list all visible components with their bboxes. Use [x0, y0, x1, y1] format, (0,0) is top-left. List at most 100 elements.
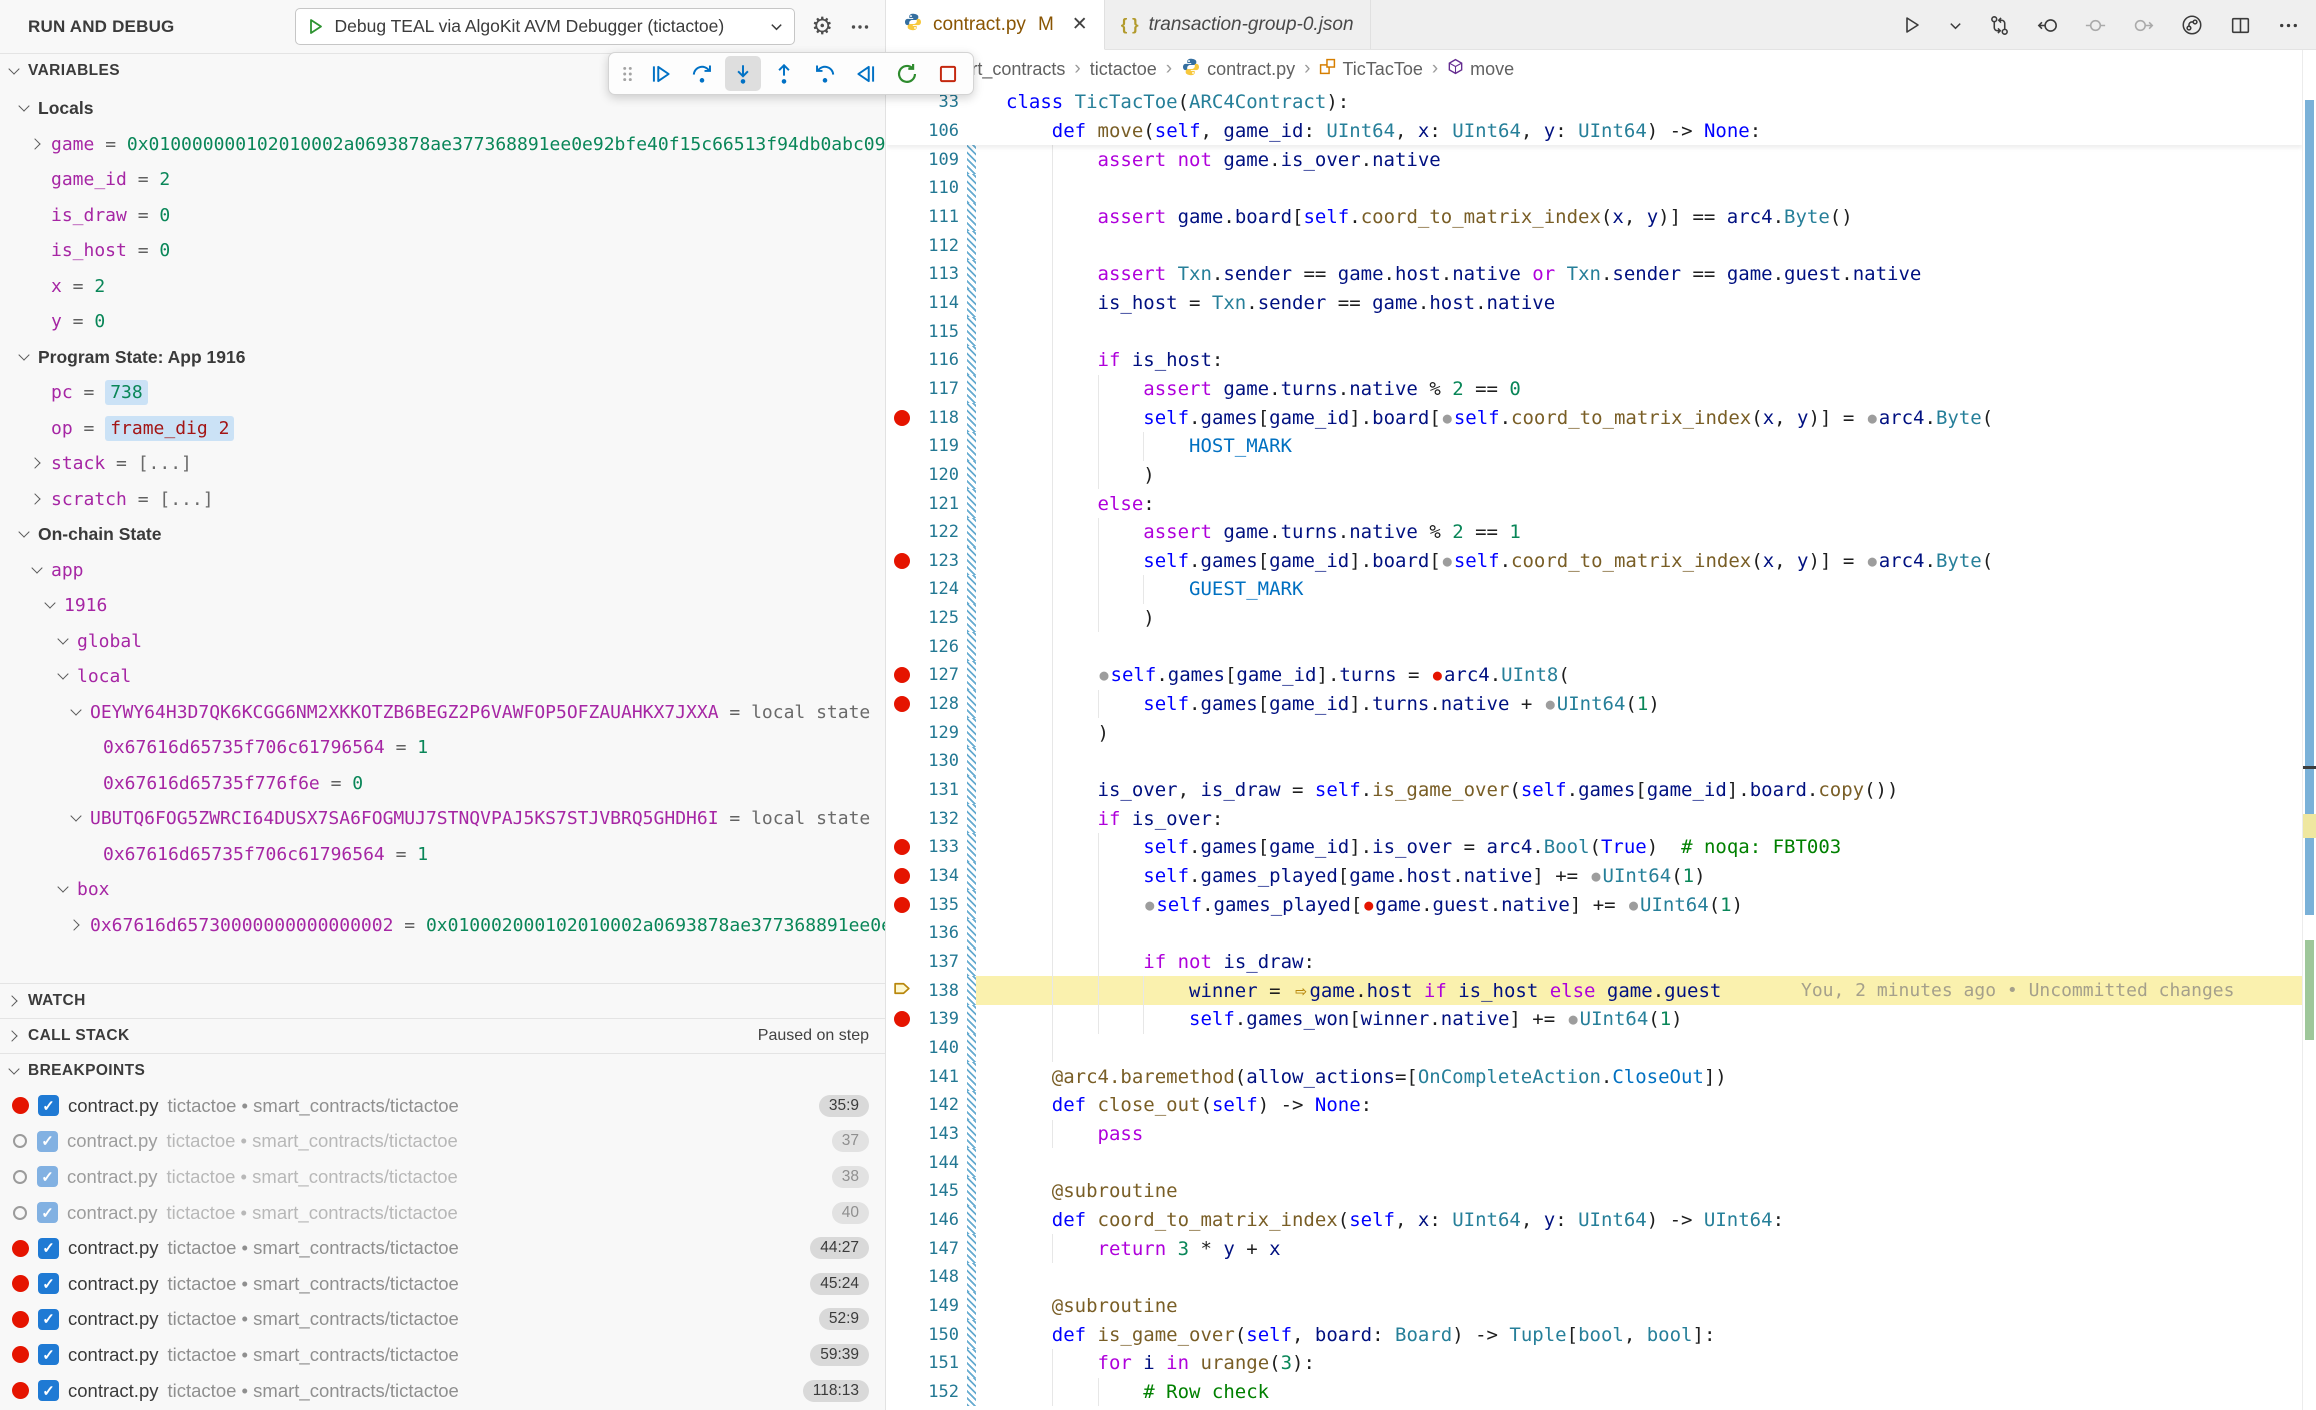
code-line-130[interactable]: 130 — [887, 747, 2302, 776]
code-line-152[interactable]: 152 # Row check — [887, 1378, 2302, 1407]
tree-row[interactable]: 0x67616d65735f706c61796564 = 1 — [0, 730, 885, 766]
tree-row[interactable]: pc = 738 — [0, 375, 885, 411]
code-line-127[interactable]: 127 ●self.games[game_id].turns = ●arc4.U… — [887, 661, 2302, 690]
gutter-139[interactable] — [887, 1011, 917, 1027]
code-line-125[interactable]: 125 ) — [887, 604, 2302, 633]
tree-row[interactable]: game_id = 2 — [0, 162, 885, 198]
tree-row[interactable]: On-chain State — [0, 517, 885, 553]
breakpoint-checkbox[interactable]: ✓ — [38, 1095, 59, 1116]
tree-row[interactable]: OEYWY64H3D7QK6KCGG6NM2XKKOTZB6BEGZ2P6VAW… — [0, 695, 885, 731]
section-header-call-stack[interactable]: CALL STACK Paused on step — [0, 1018, 885, 1053]
tree-row[interactable]: 0x67616d65735f706c61796564 = 1 — [0, 837, 885, 873]
code-line-132[interactable]: 132 if is_over: — [887, 804, 2302, 833]
code-line-109[interactable]: 109 assert not game.is_over.native — [887, 145, 2302, 174]
tree-row[interactable]: local — [0, 659, 885, 695]
tree-row[interactable]: y = 0 — [0, 304, 885, 340]
drag-handle[interactable] — [616, 56, 638, 91]
code-line-134[interactable]: 134 self.games_played[game.host.native] … — [887, 862, 2302, 891]
gutter-127[interactable] — [887, 667, 917, 683]
tree-row[interactable]: game = 0x010000000102010002a0693878ae377… — [0, 127, 885, 163]
breakpoint-row[interactable]: ✓contract.pytictactoe • smart_contracts/… — [0, 1302, 885, 1338]
code-line-151[interactable]: 151 for i in urange(3): — [887, 1349, 2302, 1378]
tree-row[interactable]: 0x67616d65735f776f6e = 0 — [0, 766, 885, 802]
breakpoint-checkbox[interactable]: ✓ — [38, 1344, 59, 1365]
breakpoint-row[interactable]: ✓contract.pytictactoe • smart_contracts/… — [0, 1124, 885, 1160]
breakpoint-row[interactable]: ✓contract.pytictactoe • smart_contracts/… — [0, 1088, 885, 1124]
code-line-114[interactable]: 114 is_host = Txn.sender == game.host.na… — [887, 289, 2302, 318]
tree-row[interactable]: is_host = 0 — [0, 233, 885, 269]
code-line-138[interactable]: 138 winner = ⇨game.host if is_host else … — [887, 976, 2302, 1005]
gutter-118[interactable] — [887, 410, 917, 426]
code-line-147[interactable]: 147 return 3 * y + x — [887, 1234, 2302, 1263]
code-line-106[interactable]: 106 def move(self, game_id: UInt64, x: U… — [887, 117, 2302, 146]
code-line-120[interactable]: 120 ) — [887, 461, 2302, 490]
code-line-115[interactable]: 115 — [887, 317, 2302, 346]
call-graph-button[interactable] — [2180, 13, 2204, 37]
code-line-129[interactable]: 129 ) — [887, 718, 2302, 747]
chevron-down-icon[interactable] — [31, 564, 44, 577]
code-line-139[interactable]: 139 self.games_won[winner.native] += ●UI… — [887, 1005, 2302, 1034]
chevron-down-icon[interactable] — [57, 883, 70, 896]
tree-row[interactable]: app — [0, 553, 885, 589]
restart-button[interactable] — [889, 56, 925, 91]
breadcrumb-item-TicTacToe[interactable]: TicTacToe — [1319, 58, 1422, 80]
code-line-144[interactable]: 144 — [887, 1148, 2302, 1177]
tree-row[interactable]: Locals — [0, 91, 885, 127]
tab-contract.py[interactable]: contract.pyM✕ — [887, 0, 1105, 50]
chevron-down-icon[interactable] — [57, 635, 70, 648]
code-area[interactable]: 33class TicTacToe(ARC4Contract):106 def … — [887, 88, 2302, 1410]
launch-config-dropdown[interactable]: Debug TEAL via AlgoKit AVM Debugger (tic… — [295, 8, 795, 45]
code-line-119[interactable]: 119 HOST_MARK — [887, 432, 2302, 461]
chevron-right-icon[interactable] — [31, 457, 44, 470]
tree-row[interactable]: is_draw = 0 — [0, 198, 885, 234]
breakpoint-row[interactable]: ✓contract.pytictactoe • smart_contracts/… — [0, 1230, 885, 1266]
chevron-right-icon[interactable] — [70, 919, 83, 932]
code-line-140[interactable]: 140 — [887, 1034, 2302, 1063]
breakpoint-checkbox[interactable]: ✓ — [38, 1273, 59, 1294]
gutter-134[interactable] — [887, 868, 917, 884]
more-actions-icon[interactable] — [849, 16, 871, 38]
chevron-down-icon[interactable] — [70, 706, 83, 719]
breadcrumb-item-contract.py[interactable]: contract.py — [1181, 57, 1295, 82]
code-line-118[interactable]: 118 self.games[game_id].board[●self.coor… — [887, 403, 2302, 432]
overview-ruler[interactable] — [2302, 50, 2316, 1410]
gutter-123[interactable] — [887, 553, 917, 569]
close-icon[interactable]: ✕ — [1072, 13, 1088, 36]
code-line-146[interactable]: 146 def coord_to_matrix_index(self, x: U… — [887, 1206, 2302, 1235]
breakpoint-row[interactable]: ✓contract.pytictactoe • smart_contracts/… — [0, 1195, 885, 1231]
gutter-138[interactable] — [887, 980, 917, 1002]
chevron-down-icon[interactable] — [70, 812, 83, 825]
code-line-148[interactable]: 148 — [887, 1263, 2302, 1292]
chevron-down-icon[interactable] — [18, 102, 31, 115]
chevron-down-icon[interactable] — [18, 528, 31, 541]
code-line-145[interactable]: 145 @subroutine — [887, 1177, 2302, 1206]
code-line-128[interactable]: 128 self.games[game_id].turns.native + ●… — [887, 690, 2302, 719]
code-line-135[interactable]: 135 ●self.games_played[●game.guest.nativ… — [887, 890, 2302, 919]
chevron-right-icon[interactable] — [31, 493, 44, 506]
tree-row[interactable]: box — [0, 872, 885, 908]
section-header-breakpoints[interactable]: BREAKPOINTS — [0, 1053, 885, 1088]
breakpoint-checkbox[interactable]: ✓ — [38, 1309, 59, 1330]
code-line-142[interactable]: 142 def close_out(self) -> None: — [887, 1091, 2302, 1120]
breadcrumb-item-tictactoe[interactable]: tictactoe — [1090, 59, 1157, 80]
gutter-133[interactable] — [887, 839, 917, 855]
tree-row[interactable]: op = frame_dig 2 — [0, 411, 885, 447]
breakpoint-checkbox[interactable]: ✓ — [37, 1131, 58, 1152]
code-line-149[interactable]: 149 @subroutine — [887, 1292, 2302, 1321]
chevron-down-icon[interactable] — [18, 351, 31, 364]
step-back-button[interactable] — [807, 56, 843, 91]
code-line-143[interactable]: 143 pass — [887, 1120, 2302, 1149]
split-editor-button[interactable] — [2229, 14, 2252, 37]
code-line-117[interactable]: 117 assert game.turns.native % 2 == 0 — [887, 375, 2302, 404]
code-line-113[interactable]: 113 assert Txn.sender == game.host.nativ… — [887, 260, 2302, 289]
tab-transaction-group-0.json[interactable]: { }transaction-group-0.json — [1105, 0, 1371, 49]
breakpoint-row[interactable]: ✓contract.pytictactoe • smart_contracts/… — [0, 1266, 885, 1302]
compare-changes-button[interactable] — [1988, 14, 2011, 37]
run-button[interactable] — [1901, 14, 1923, 36]
gutter-128[interactable] — [887, 696, 917, 712]
tree-row[interactable]: 1916 — [0, 588, 885, 624]
stop-button[interactable] — [930, 56, 966, 91]
gutter-135[interactable] — [887, 897, 917, 913]
breakpoint-checkbox[interactable]: ✓ — [37, 1202, 58, 1223]
code-line-122[interactable]: 122 assert game.turns.native % 2 == 1 — [887, 518, 2302, 547]
